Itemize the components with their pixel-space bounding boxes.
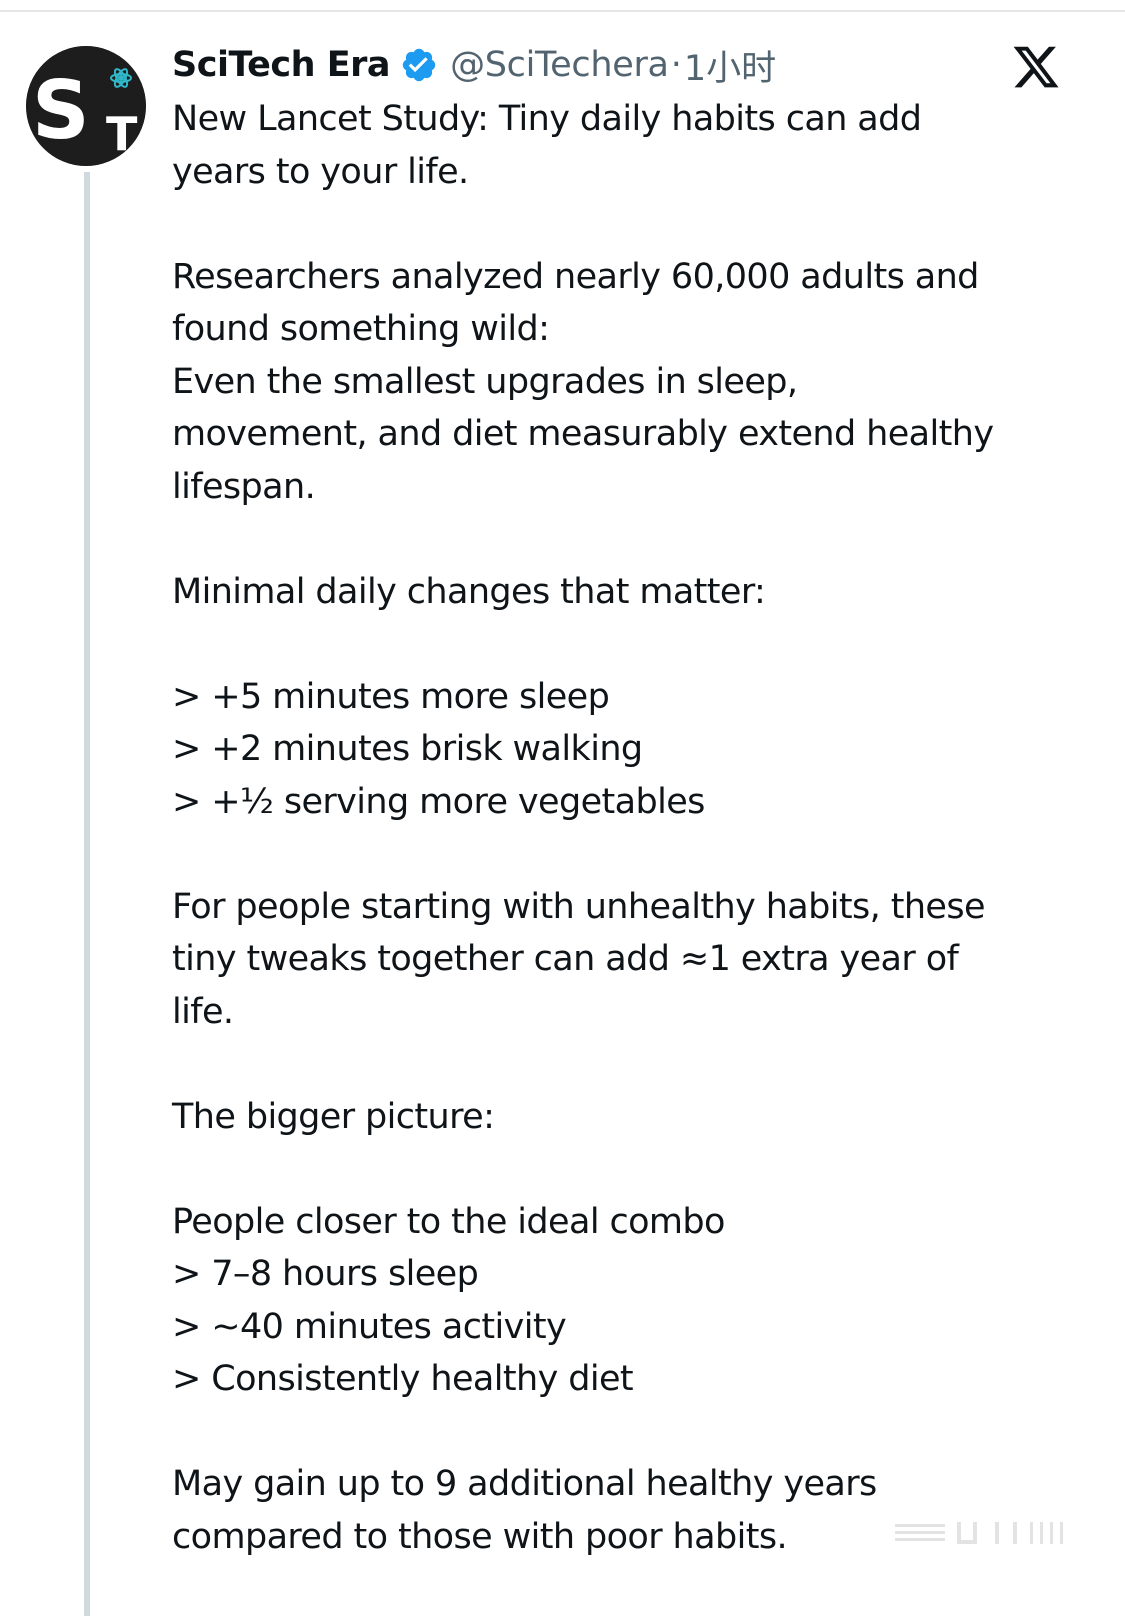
text-line: Even the smallest upgrades in sleep, <box>172 361 798 402</box>
text-line: May gain up to 9 additional healthy year… <box>172 1464 877 1504</box>
text-line: Minimal daily changes that matter: <box>172 571 766 612</box>
tweet-paragraph: Researchers analyzed nearly 60,000 adult… <box>172 251 1072 514</box>
x-logo-icon[interactable] <box>1010 42 1062 92</box>
display-name[interactable]: SciTech Era <box>172 45 391 85</box>
text-line: For people starting with unhealthy habit… <box>172 886 986 927</box>
svg-text:S: S <box>32 64 90 157</box>
tweet-paragraph: For people starting with unhealthy habit… <box>172 881 1072 1039</box>
thread-line <box>84 172 90 1616</box>
list-item: > +½ serving more vegetables <box>172 781 705 822</box>
list-item: > 7–8 hours sleep <box>172 1254 479 1294</box>
text-line: lifespan. <box>172 466 316 507</box>
text-line: New Lancet Study: Tiny daily habits can … <box>172 99 922 139</box>
tweet-list: People closer to the ideal combo > 7–8 h… <box>172 1196 1072 1406</box>
list-item: > +5 minutes more sleep <box>172 676 610 717</box>
list-item: > ~40 minutes activity <box>172 1306 567 1347</box>
text-line: found something wild: <box>172 309 550 349</box>
list-item: > Consistently healthy diet <box>172 1359 634 1399</box>
text-line: years to your life. <box>172 151 469 192</box>
text-line: Researchers analyzed nearly 60,000 adult… <box>172 256 979 297</box>
tweet-paragraph: New Lancet Study: Tiny daily habits can … <box>172 93 1072 198</box>
text-line: The bigger picture: <box>172 1096 495 1137</box>
tweet-list: > +5 minutes more sleep > +2 minutes bri… <box>172 671 1072 829</box>
verified-badge-icon <box>400 46 438 84</box>
tweet-paragraph: The bigger picture: <box>172 1091 1072 1144</box>
tweet-header: SciTech Era @SciTechera · 1小时 <box>172 40 776 90</box>
text-line: People closer to the ideal combo <box>172 1201 725 1242</box>
list-item: > +2 minutes brisk walking <box>172 729 643 769</box>
avatar[interactable]: S T <box>26 46 146 166</box>
tweet-text: New Lancet Study: Tiny daily habits can … <box>172 93 1072 1616</box>
scitech-logo: S T <box>26 46 146 166</box>
tweet-paragraph: Minimal daily changes that matter: <box>172 566 1072 619</box>
watermark-icon <box>895 1522 1063 1544</box>
text-line: tiny tweaks together can add ≈1 extra ye… <box>172 939 959 979</box>
top-divider <box>0 10 1125 12</box>
text-line: life. <box>172 991 234 1032</box>
separator-dot: · <box>670 45 682 85</box>
text-line: movement, and diet measurably extend hea… <box>172 414 994 454</box>
timestamp[interactable]: 1小时 <box>684 40 776 91</box>
user-handle[interactable]: @SciTechera <box>450 45 669 85</box>
svg-text:T: T <box>106 107 138 161</box>
